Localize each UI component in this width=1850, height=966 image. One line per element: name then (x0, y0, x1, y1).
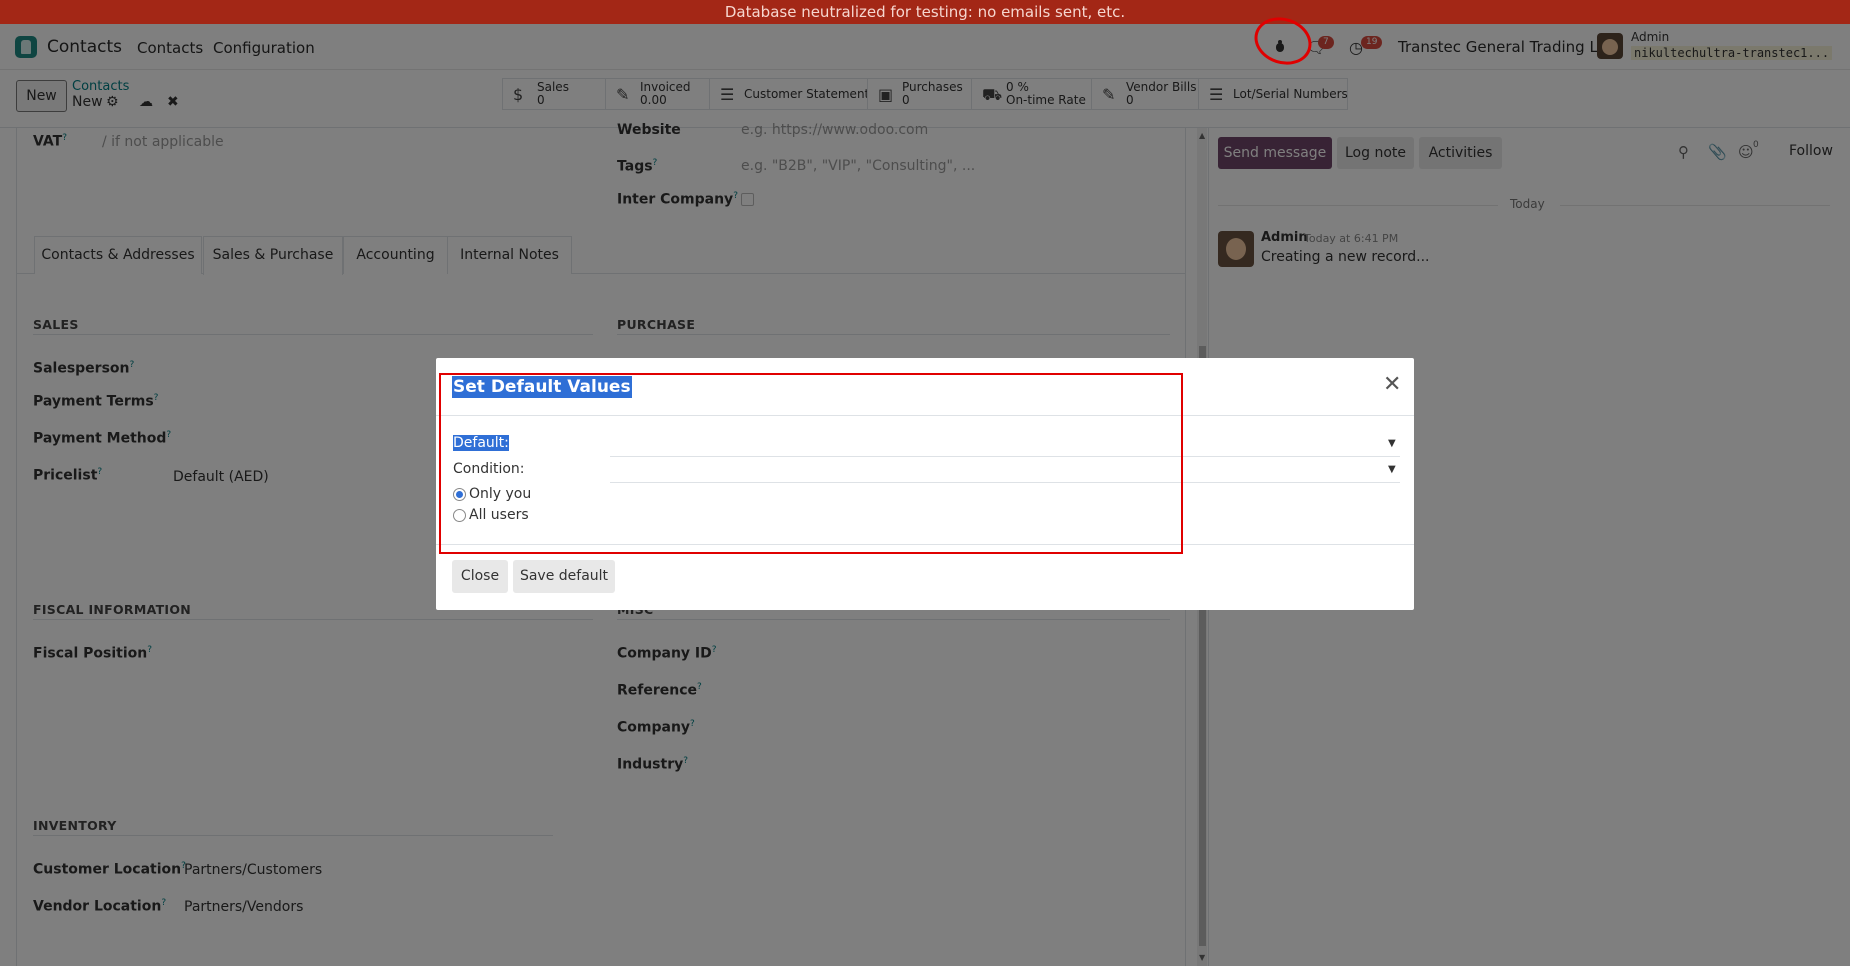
close-icon[interactable]: ✕ (1383, 374, 1401, 396)
annotation-rectangle (439, 373, 1183, 554)
save-default-button[interactable]: Save default (513, 560, 615, 593)
chevron-down-icon[interactable]: ▼ (1388, 438, 1396, 449)
close-button[interactable]: Close (452, 560, 508, 593)
neutralized-banner: Database neutralized for testing: no ema… (0, 0, 1850, 24)
chevron-down-icon[interactable]: ▼ (1388, 464, 1396, 475)
